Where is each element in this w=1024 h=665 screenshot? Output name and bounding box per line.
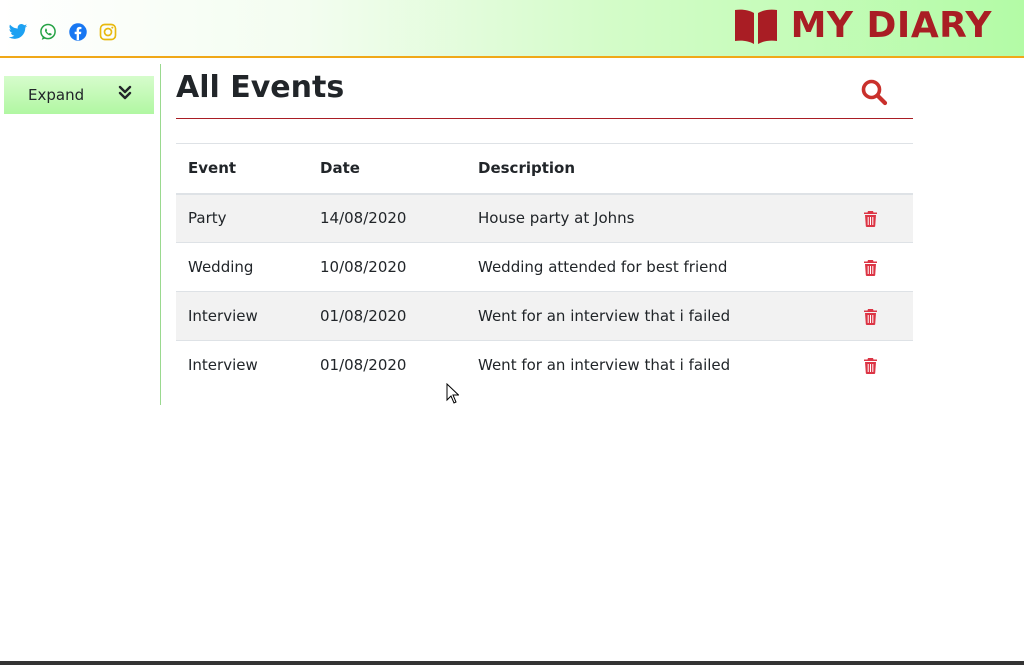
event-cell: Wedding xyxy=(188,258,254,276)
column-header-event: Event xyxy=(188,159,237,178)
mouse-cursor-icon xyxy=(446,383,459,404)
instagram-icon[interactable] xyxy=(98,22,118,42)
description-cell: Went for an interview that i failed xyxy=(478,307,731,325)
table-row: Party 14/08/2020 House party at Johns xyxy=(176,193,913,243)
table-row: Wedding 10/08/2020 Wedding attended for … xyxy=(176,243,913,292)
chevrons-down-icon xyxy=(118,85,132,100)
column-header-date: Date xyxy=(320,159,360,178)
description-cell: Wedding attended for best friend xyxy=(478,258,728,276)
header-bar: MY DIARY xyxy=(0,0,1024,58)
event-cell: Party xyxy=(188,209,227,228)
trash-icon[interactable] xyxy=(863,357,878,374)
table-row: Interview 01/08/2020 Went for an intervi… xyxy=(176,341,913,390)
table-row: Interview 01/08/2020 Went for an intervi… xyxy=(176,291,913,341)
brand-title: MY DIARY xyxy=(790,5,992,46)
whatsapp-icon[interactable] xyxy=(38,22,58,42)
event-cell: Interview xyxy=(188,307,258,325)
bottom-edge xyxy=(0,661,1024,665)
sidebar: Expand xyxy=(0,64,161,405)
search-icon[interactable] xyxy=(860,78,888,106)
table-header-row: Event Date Description xyxy=(176,143,913,194)
actions-cell xyxy=(841,341,913,390)
events-table: Event Date Description Party 14/08/2020 … xyxy=(176,143,913,390)
twitter-icon[interactable] xyxy=(8,22,28,42)
date-cell: 01/08/2020 xyxy=(320,356,407,375)
trash-icon[interactable] xyxy=(863,210,878,227)
facebook-icon[interactable] xyxy=(68,22,88,42)
description-cell: House party at Johns xyxy=(478,209,635,228)
trash-icon[interactable] xyxy=(863,308,878,325)
actions-cell xyxy=(841,194,913,243)
description-cell: Went for an interview that i failed xyxy=(478,356,731,375)
social-links xyxy=(8,22,118,42)
date-cell: 10/08/2020 xyxy=(320,258,407,276)
expand-button[interactable]: Expand xyxy=(4,76,154,114)
trash-icon[interactable] xyxy=(863,259,878,276)
column-header-description: Description xyxy=(478,159,576,178)
book-open-icon xyxy=(734,9,777,44)
column-header-actions xyxy=(841,144,913,194)
expand-label: Expand xyxy=(28,86,85,104)
actions-cell xyxy=(841,243,913,292)
actions-cell xyxy=(841,292,913,341)
date-cell: 14/08/2020 xyxy=(320,209,407,228)
brand: MY DIARY xyxy=(733,4,992,48)
title-divider xyxy=(176,118,913,119)
date-cell: 01/08/2020 xyxy=(320,307,407,325)
page-title: All Events xyxy=(176,70,345,105)
event-cell: Interview xyxy=(188,356,258,375)
